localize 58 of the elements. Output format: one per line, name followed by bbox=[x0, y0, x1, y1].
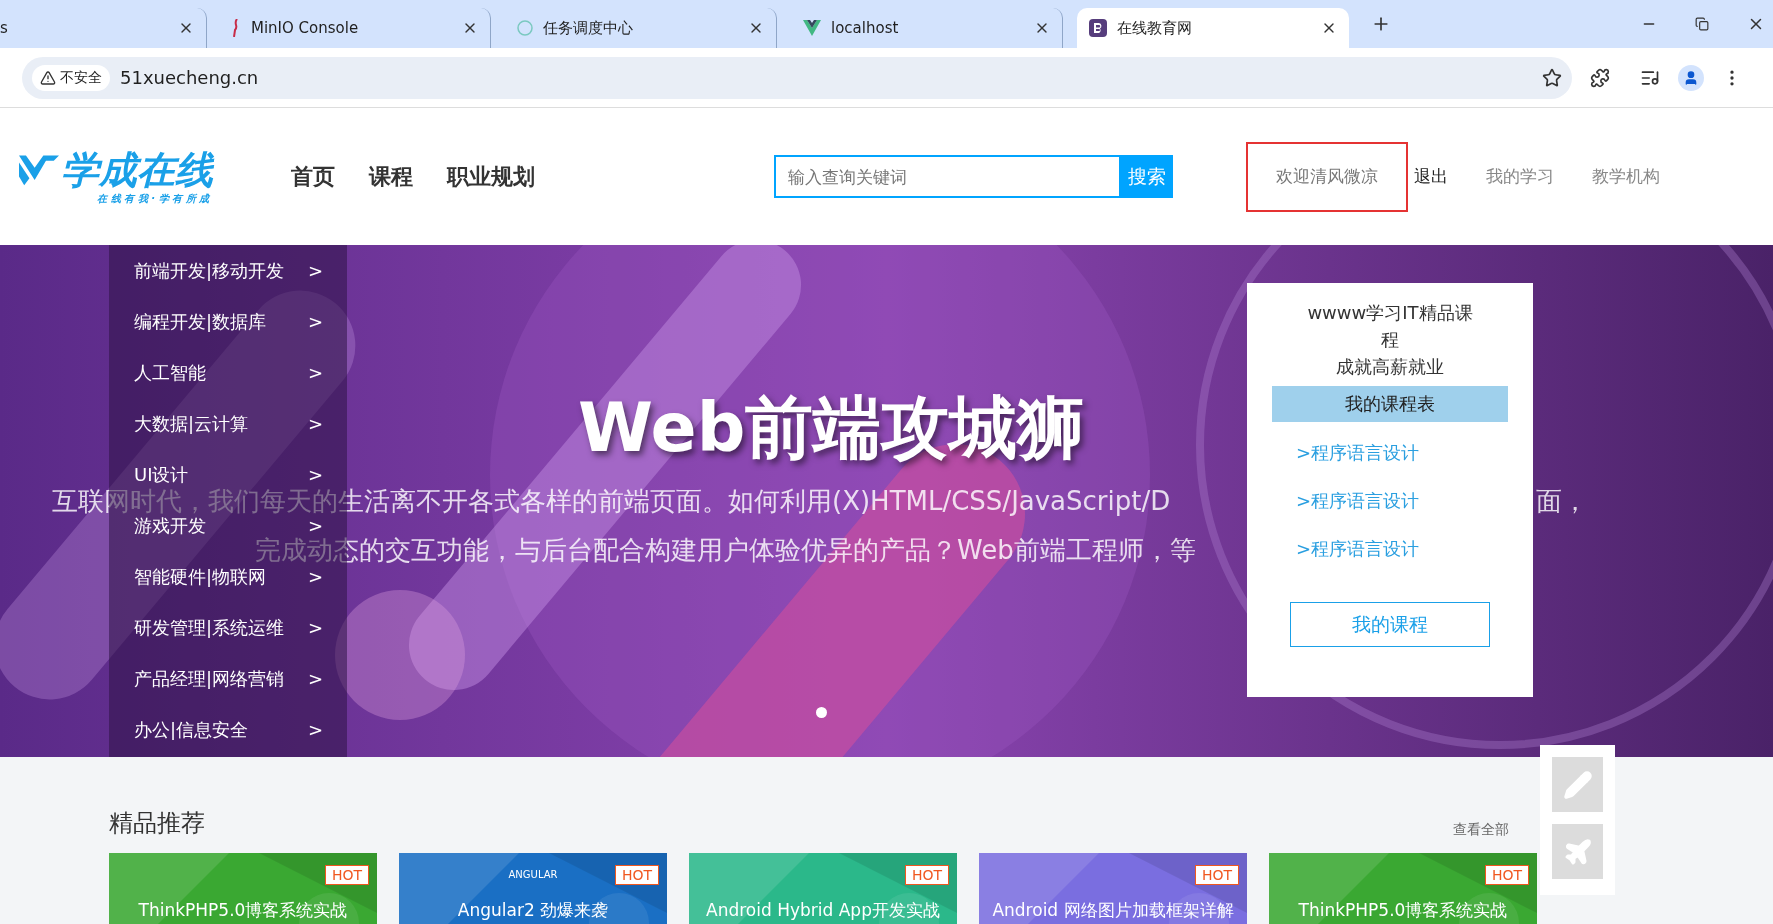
url-field[interactable]: 51xuecheng.cn bbox=[120, 67, 1532, 88]
arrow-glyph: > bbox=[307, 312, 323, 331]
welcome-link[interactable]: 欢迎清风微凉 bbox=[1246, 141, 1408, 212]
hot-badge: HOT bbox=[1194, 865, 1239, 885]
search-field[interactable]: 输入查询关键词 bbox=[774, 155, 1121, 198]
category-item[interactable]: 智能硬件|物联网 bbox=[134, 567, 267, 586]
category-item[interactable]: 编程开发|数据库 bbox=[134, 312, 267, 331]
circle-icon bbox=[517, 20, 533, 36]
course-title[interactable]: Angular2 劲爆来袭 bbox=[399, 899, 667, 922]
category-item[interactable]: 人工智能 bbox=[134, 363, 206, 382]
arrow-glyph: > bbox=[307, 618, 323, 637]
category-item[interactable]: UI设计 bbox=[134, 465, 189, 484]
user-link[interactable]: 我的学习 bbox=[1486, 165, 1554, 188]
nav-link[interactable]: 首页 bbox=[291, 161, 335, 192]
banner-text: 完成动态的交互功能，与后台配合构建用户体验优异的产品？Web前端工程师，等 bbox=[255, 537, 1196, 563]
puzzle-icon[interactable] bbox=[1590, 67, 1610, 88]
nav-link[interactable]: 职业规划 bbox=[447, 161, 535, 192]
card-title: wwww学习IT精品课程 bbox=[1306, 301, 1474, 352]
arrow-glyph: > bbox=[307, 516, 323, 535]
warning-icon bbox=[40, 69, 56, 86]
banner-text: 互联网时代，我们每天的生活离不开各式各样的前端页面。如何利用(X)HTML/CSS/JavaScript/D bbox=[52, 488, 1171, 514]
arrow-glyph: > bbox=[307, 414, 323, 433]
arrow-glyph: > bbox=[307, 261, 323, 280]
view-all-link[interactable]: 查看全部 bbox=[1453, 821, 1509, 839]
section-title: 精品推荐 bbox=[109, 808, 205, 839]
hot-badge: HOT bbox=[324, 865, 369, 885]
star-icon[interactable] bbox=[1542, 67, 1562, 88]
security-chip[interactable]: 不安全 bbox=[32, 64, 110, 91]
course-logo-text: ANGULAR bbox=[508, 869, 558, 880]
category-item[interactable]: 游戏开发 bbox=[134, 516, 206, 535]
category-item[interactable]: 前端开发|移动开发 bbox=[134, 261, 285, 280]
arrow-glyph: > bbox=[307, 720, 323, 739]
restore-icon[interactable] bbox=[1695, 17, 1709, 31]
banner-text: 面， bbox=[1536, 488, 1588, 514]
category-item[interactable]: 研发管理|系统运维 bbox=[134, 618, 285, 637]
banner-headline: Web前端攻城狮 bbox=[578, 387, 1086, 469]
browser-tab[interactable]: 在线教育网 bbox=[1077, 8, 1349, 48]
arrow-glyph: > bbox=[307, 669, 323, 688]
arrow-glyph: > bbox=[307, 465, 323, 484]
category-item[interactable]: 大数据|云计算 bbox=[134, 414, 249, 433]
category-item[interactable]: 办公|信息安全 bbox=[134, 720, 249, 739]
carousel-dot[interactable] bbox=[816, 707, 827, 718]
nav-link[interactable]: 课程 bbox=[369, 161, 413, 192]
v-logo-icon bbox=[803, 20, 821, 36]
user-link[interactable]: 退出 bbox=[1414, 165, 1448, 188]
b-logo-icon bbox=[1089, 19, 1107, 37]
course-title[interactable]: Android 网络图片加载框架详解 bbox=[979, 899, 1247, 922]
schedule-header: 我的课程表 bbox=[1272, 386, 1508, 422]
logo-slogan: 在 线 有 我 · 学 有 所 成 bbox=[97, 191, 209, 206]
hot-badge: HOT bbox=[904, 865, 949, 885]
category-item[interactable]: 产品经理|网络营销 bbox=[134, 669, 285, 688]
avatar-icon[interactable] bbox=[1678, 64, 1704, 91]
card-subtitle: 成就高薪就业 bbox=[1335, 355, 1445, 379]
hot-badge: HOT bbox=[614, 865, 659, 885]
hot-badge: HOT bbox=[1484, 865, 1529, 885]
arrow-glyph: > bbox=[307, 567, 323, 586]
arrow-glyph: > bbox=[307, 363, 323, 382]
user-link[interactable]: 教学机构 bbox=[1592, 165, 1660, 188]
